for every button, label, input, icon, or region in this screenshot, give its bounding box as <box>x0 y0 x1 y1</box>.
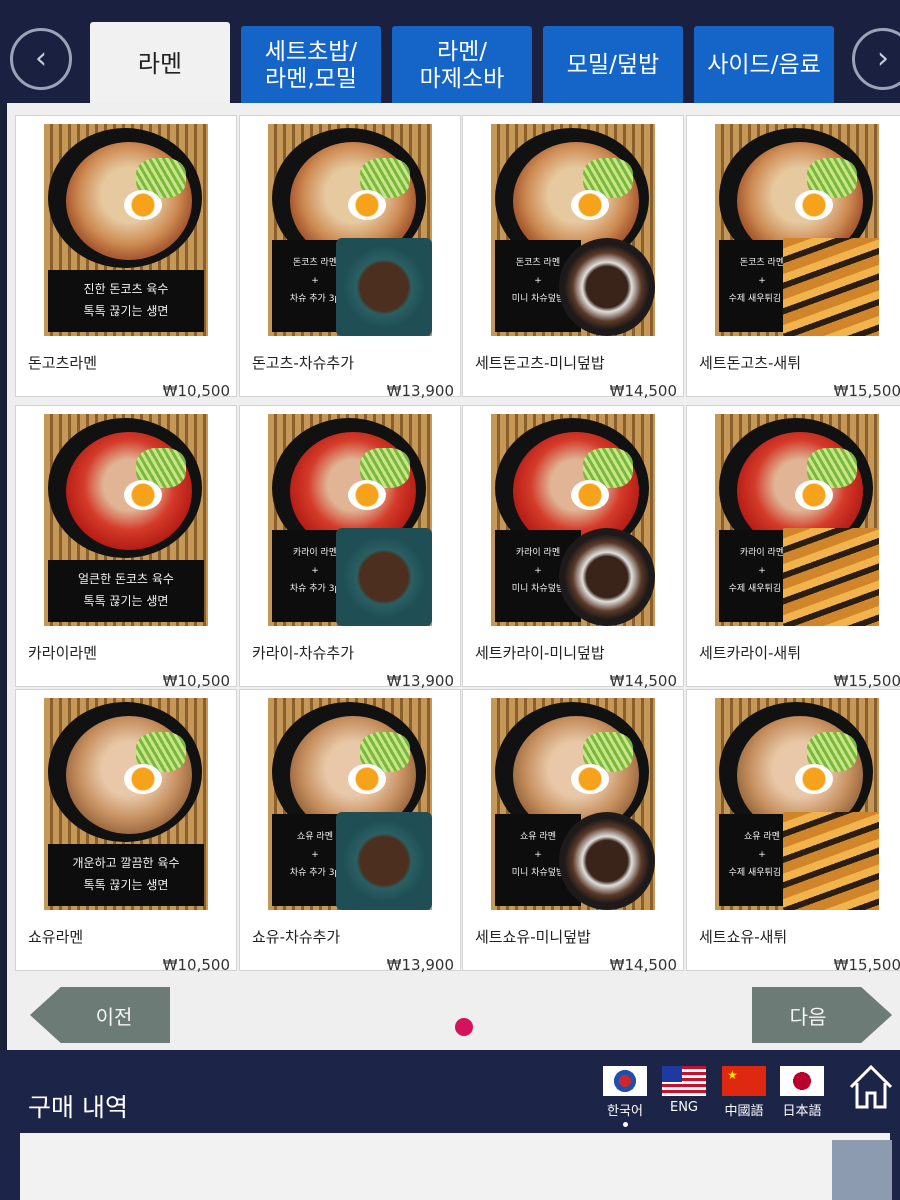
menu-item-price: ₩14,500 <box>609 672 677 690</box>
menu-item-name: 카라이-차슈추가 <box>252 644 355 662</box>
korea-flag-icon <box>603 1066 647 1096</box>
photo-caption: 얼큰한 돈코츠 육수톡톡 끊기는 생면 <box>48 560 204 622</box>
menu-item-name: 세트쇼유-새튀 <box>699 928 788 946</box>
menu-item-name: 세트카라이-미니덮밥 <box>475 644 605 662</box>
menu-item-photo: 돈코츠 라멘 + 차슈 추가 3p <box>268 124 432 336</box>
menu-item-name: 카라이라멘 <box>28 644 98 662</box>
purchase-history-list <box>20 1133 890 1200</box>
photo-caption-line: 얼큰한 돈코츠 육수 <box>78 572 174 586</box>
menu-item-name: 세트카라이-새튀 <box>699 644 802 662</box>
photo-caption-line: 진한 돈코츠 육수 <box>83 282 169 296</box>
menu-item-card[interactable]: 개운하고 깔끔한 육수톡톡 끊기는 생면쇼유라멘 ₩10,500 <box>15 689 237 974</box>
menu-item-price: ₩13,900 <box>386 382 454 400</box>
home-icon[interactable] <box>848 1063 894 1111</box>
menu-item-price: ₩14,500 <box>609 956 677 974</box>
menu-item-price: ₩13,900 <box>386 956 454 974</box>
menu-item-price: ₩10,500 <box>162 672 230 690</box>
menu-item-photo: 카라이 라멘 + 차슈 추가 3p <box>268 414 432 626</box>
usa-flag-icon <box>662 1066 706 1096</box>
tab-soba-rice-bowl[interactable]: 모밀/덮밥 <box>543 26 683 106</box>
menu-item-name: 돈고츠-차슈추가 <box>252 354 355 372</box>
language-english-button[interactable]: ENG <box>662 1066 706 1115</box>
photo-caption-line: 톡톡 끊기는 생면 <box>83 304 169 318</box>
side-dish-image <box>559 238 655 336</box>
photo-caption-line: 톡톡 끊기는 생면 <box>83 878 169 892</box>
menu-item-price: ₩15,500 <box>833 956 900 974</box>
tab-ramen[interactable]: 라멘 <box>90 22 230 106</box>
language-japanese-button[interactable]: 日本語 <box>780 1066 824 1119</box>
tab-side-drinks[interactable]: 사이드/음료 <box>694 26 834 106</box>
menu-item-photo: 쇼유 라멘 + 차슈 추가 3p <box>268 698 432 910</box>
menu-item-photo: 쇼유 라멘 + 수제 새우튀김 3p <box>715 698 879 910</box>
menu-item-price: ₩10,500 <box>162 382 230 400</box>
ramen-bowl-image <box>48 128 202 268</box>
category-next-arrow-icon[interactable]: › <box>852 28 900 90</box>
menu-item-name: 쇼유라멘 <box>28 928 84 946</box>
tab-set-sushi-ramen-soba[interactable]: 세트초밥/ 라멘,모밀 <box>241 26 381 106</box>
menu-item-photo: 쇼유 라멘 + 미니 차슈덮밥 <box>491 698 655 910</box>
language-label: ENG <box>669 1100 698 1115</box>
category-prev-arrow-icon[interactable]: ‹ <box>10 28 72 90</box>
menu-item-card[interactable]: 얼큰한 돈코츠 육수톡톡 끊기는 생면카라이라멘 ₩10,500 <box>15 405 237 690</box>
menu-item-name: 세트돈고츠-새튀 <box>699 354 802 372</box>
photo-caption: 진한 돈코츠 육수톡톡 끊기는 생면 <box>48 270 204 332</box>
menu-panel: 진한 돈코츠 육수 톡톡 끊기는 생면 돈고츠라멘 ₩10,500 돈코츠 라멘 + 차슈 … <box>7 103 900 1063</box>
language-label: 日本語 <box>782 1104 822 1119</box>
menu-item-price: ₩10,500 <box>162 956 230 974</box>
side-dish-image <box>336 812 432 910</box>
menu-item-photo: 진한 돈코츠 육수톡톡 끊기는 생면 <box>44 124 208 336</box>
page-indicator-dot <box>455 1018 473 1036</box>
menu-item-name: 세트돈고츠-미니덮밥 <box>475 354 605 372</box>
menu-item-name: 세트쇼유-미니덮밥 <box>475 928 591 946</box>
menu-item-card[interactable]: 쇼유 라멘 + 차슈 추가 3p 쇼유-차슈추가 ₩13,900 <box>239 689 461 974</box>
side-dish-image <box>783 238 879 336</box>
side-dish-image <box>783 812 879 910</box>
menu-item-photo: 돈코츠 라멘 + 수제 새우튀김 3p <box>715 124 879 336</box>
side-dish-image <box>336 238 432 336</box>
menu-item-card[interactable]: 카라이 라멘 + 차슈 추가 3p 카라이-차슈추가 ₩13,900 <box>239 405 461 690</box>
menu-item-price: ₩15,500 <box>833 382 900 400</box>
menu-item-card[interactable]: 쇼유 라멘 + 수제 새우튀김 3p 세트쇼유-새튀 ₩15,500 <box>686 689 900 974</box>
menu-item-photo: 돈코츠 라멘 + 미니 차슈덮밥 <box>491 124 655 336</box>
selected-language-dot <box>622 1122 628 1127</box>
side-dish-image <box>783 528 879 626</box>
menu-item-price: ₩13,900 <box>386 672 454 690</box>
menu-item-photo: 얼큰한 돈코츠 육수톡톡 끊기는 생면 <box>44 414 208 626</box>
language-label: 中國語 <box>724 1104 764 1119</box>
menu-item-card[interactable]: 돈코츠 라멘 + 수제 새우튀김 3p 세트돈고츠-새튀 ₩15,500 <box>686 115 900 400</box>
ramen-bowl-image <box>48 418 202 558</box>
menu-item-photo: 카라이 라멘 + 수제 새우튀김 3p <box>715 414 879 626</box>
menu-item-price: ₩14,500 <box>609 382 677 400</box>
menu-item-card[interactable]: 카라이 라멘 + 수제 새우튀김 3p 세트카라이-새튀 ₩15,500 <box>686 405 900 690</box>
side-dish-image <box>559 812 655 910</box>
japan-flag-icon <box>780 1066 824 1096</box>
menu-item-card[interactable]: 돈코츠 라멘 + 차슈 추가 3p 돈고츠-차슈추가 ₩13,900 <box>239 115 461 400</box>
china-flag-icon <box>722 1066 766 1096</box>
language-chinese-button[interactable]: 中國語 <box>722 1066 766 1119</box>
menu-item-photo: 카라이 라멘 + 미니 차슈덮밥 <box>491 414 655 626</box>
menu-item-card[interactable]: 쇼유 라멘 + 미니 차슈덮밥세트쇼유-미니덮밥 ₩14,500 <box>462 689 684 974</box>
ramen-bowl-image <box>48 702 202 842</box>
menu-item-card[interactable]: 돈코츠 라멘 + 미니 차슈덮밥세트돈고츠-미니덮밥 ₩14,500 <box>462 115 684 400</box>
menu-item-name: 쇼유-차슈추가 <box>252 928 341 946</box>
photo-caption-line: 톡톡 끊기는 생면 <box>83 594 169 608</box>
cart-scroll-handle[interactable] <box>832 1140 892 1200</box>
purchase-history-title: 구매 내역 <box>28 1093 128 1122</box>
menu-item-card[interactable]: 진한 돈코츠 육수톡톡 끊기는 생면돈고츠라멘 ₩10,500 <box>15 115 237 400</box>
photo-caption-line: 개운하고 깔끔한 육수 <box>72 856 180 870</box>
language-label: 한국어 <box>607 1104 643 1119</box>
side-dish-image <box>559 528 655 626</box>
menu-item-price: ₩15,500 <box>833 672 900 690</box>
photo-caption: 개운하고 깔끔한 육수톡톡 끊기는 생면 <box>48 844 204 906</box>
side-dish-image <box>336 528 432 626</box>
menu-item-card[interactable]: 카라이 라멘 + 미니 차슈덮밥세트카라이-미니덮밥 ₩14,500 <box>462 405 684 690</box>
menu-item-photo: 개운하고 깔끔한 육수톡톡 끊기는 생면 <box>44 698 208 910</box>
tab-ramen-mazesoba[interactable]: 라멘/ 마제소바 <box>392 26 532 106</box>
top-navigation: ‹ 라멘 세트초밥/ 라멘,모밀 라멘/ 마제소바 모밀/덮밥 사이드/음료 › <box>0 0 900 106</box>
menu-item-name: 돈고츠라멘 <box>28 354 98 372</box>
language-korean-button[interactable]: 한국어 <box>603 1066 647 1127</box>
